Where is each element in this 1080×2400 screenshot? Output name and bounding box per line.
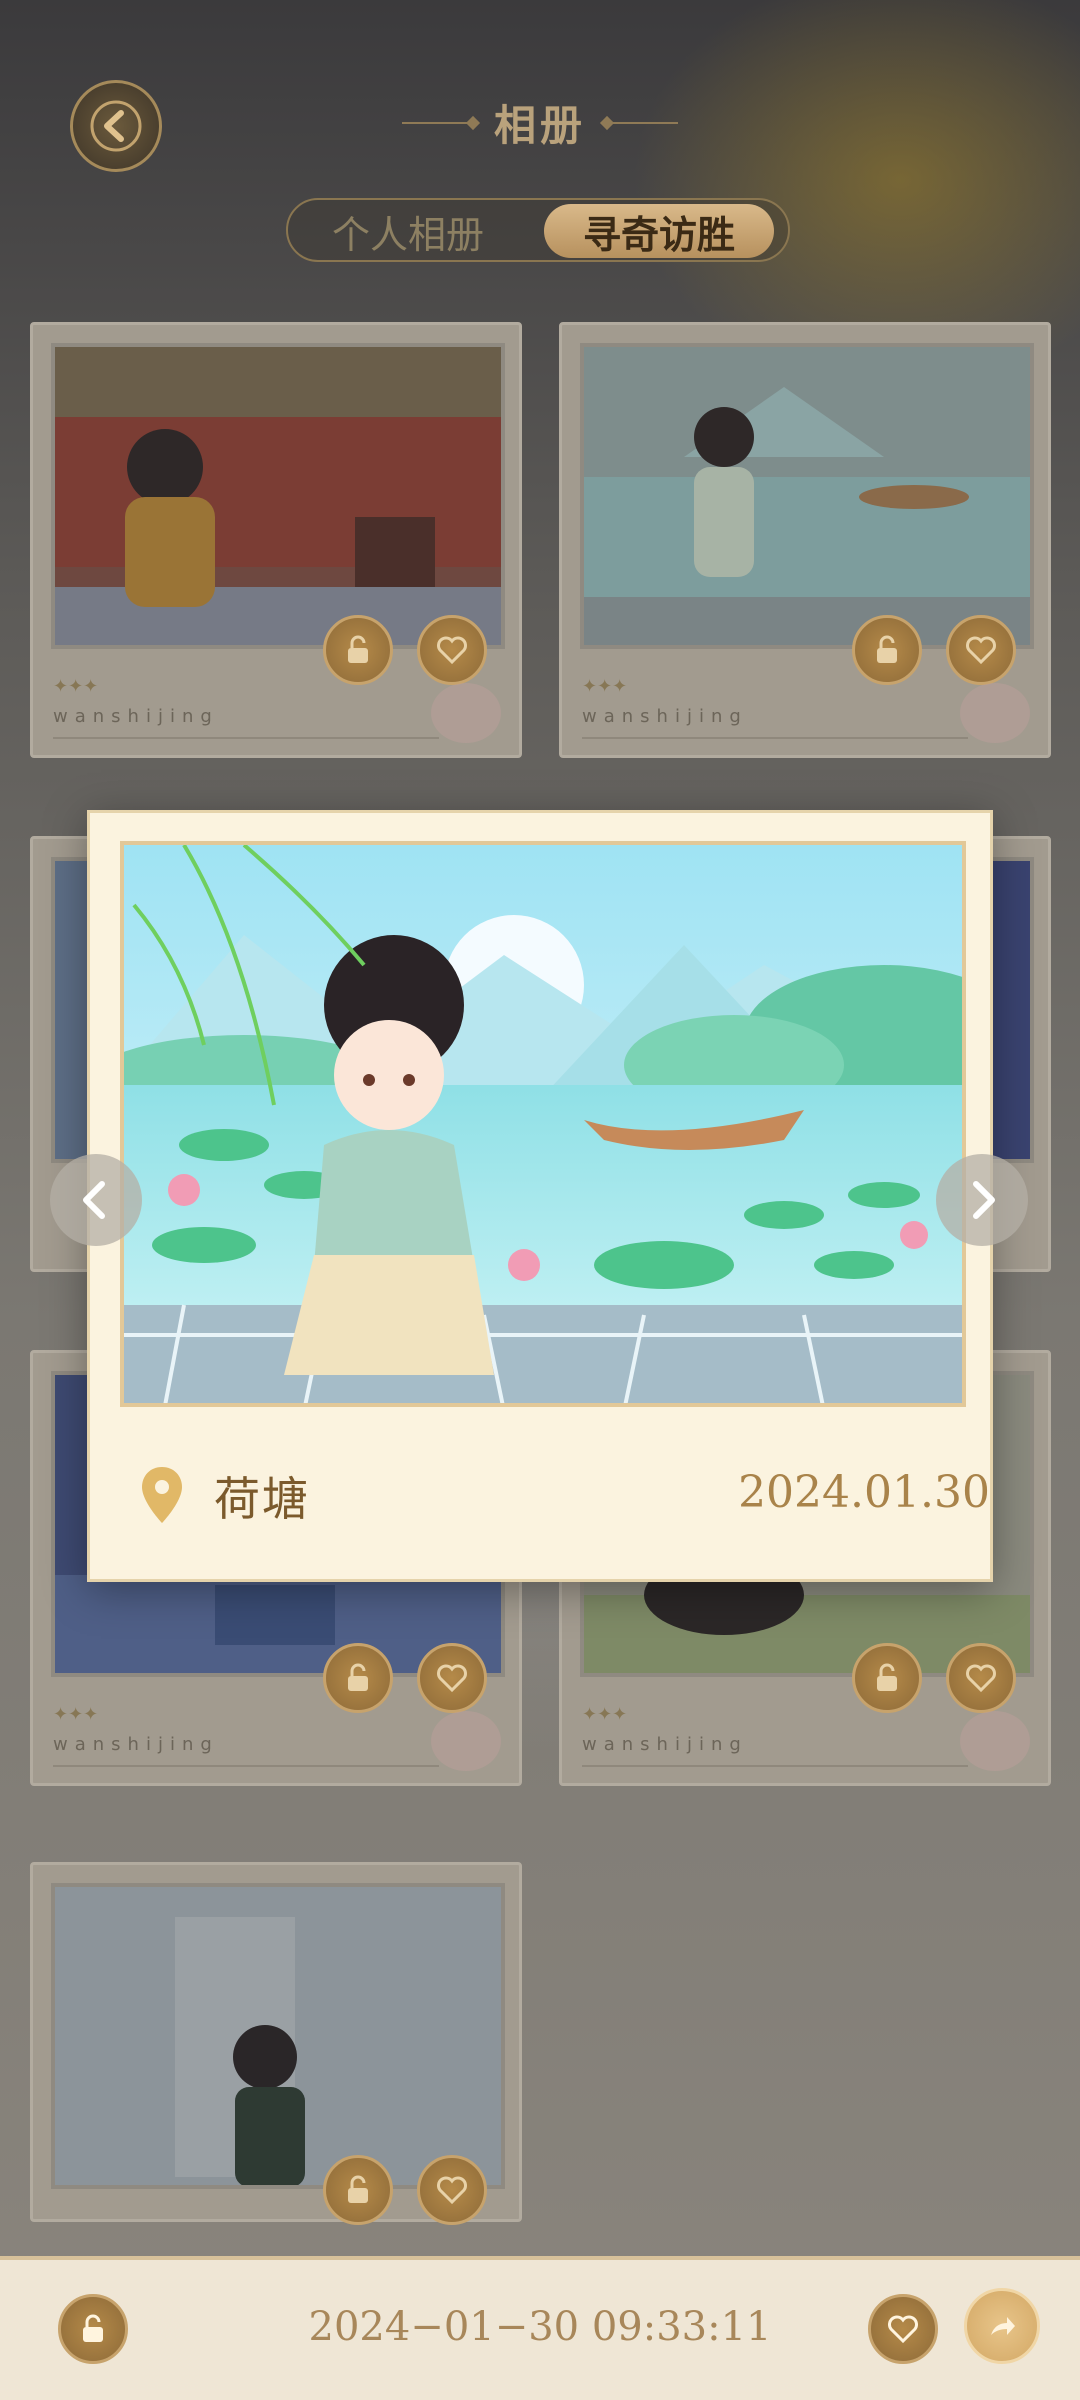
like-button[interactable] bbox=[417, 2155, 487, 2225]
paw-decoration bbox=[960, 1711, 1030, 1771]
share-button[interactable] bbox=[964, 2288, 1040, 2364]
chevron-left-icon bbox=[83, 1181, 105, 1219]
title-ornament-left bbox=[401, 121, 472, 124]
preview-photo bbox=[120, 841, 966, 1407]
location-label: 荷塘 bbox=[214, 1472, 310, 1526]
lock-button[interactable] bbox=[323, 1643, 393, 1713]
card-photo bbox=[580, 343, 1034, 649]
like-button[interactable] bbox=[417, 1643, 487, 1713]
paw-decoration bbox=[431, 1711, 501, 1771]
card-watermark: wanshijing bbox=[53, 706, 219, 727]
title-ornament-right bbox=[608, 121, 678, 124]
location-pin-icon bbox=[142, 1467, 182, 1523]
photo-card[interactable] bbox=[30, 1862, 522, 2225]
lock-icon bbox=[877, 1663, 897, 1691]
tab-personal-album[interactable]: 个人相册 bbox=[298, 204, 518, 258]
like-button[interactable] bbox=[417, 615, 487, 685]
card-stars: ✦✦✦ bbox=[53, 1704, 99, 1725]
card-divider bbox=[53, 1765, 439, 1767]
heart-icon bbox=[966, 636, 996, 665]
card-watermark: wanshijing bbox=[582, 1734, 748, 1755]
photo-card[interactable]: ✦✦✦ wanshijing bbox=[30, 322, 522, 758]
chevron-right-icon bbox=[973, 1181, 995, 1219]
lock-button[interactable] bbox=[852, 615, 922, 685]
card-divider bbox=[582, 1765, 968, 1767]
lock-icon bbox=[877, 635, 897, 663]
lock-icon bbox=[348, 635, 368, 663]
card-divider bbox=[582, 737, 968, 739]
photo-card[interactable]: ✦✦✦ wanshijing bbox=[559, 322, 1051, 758]
photo-preview-dialog: 荷塘 2024.01.30 bbox=[87, 810, 993, 1582]
heart-icon bbox=[437, 1664, 467, 1693]
like-button[interactable] bbox=[946, 615, 1016, 685]
paw-decoration bbox=[960, 683, 1030, 743]
card-stars: ✦✦✦ bbox=[582, 1704, 628, 1725]
tab-sightseeing[interactable]: 寻奇访胜 bbox=[544, 204, 774, 258]
heart-icon bbox=[966, 1664, 996, 1693]
share-icon bbox=[991, 2317, 1015, 2335]
lock-button[interactable] bbox=[852, 1643, 922, 1713]
album-tabs: 个人相册 寻奇访胜 bbox=[286, 198, 790, 262]
photo-date: 2024.01.30 bbox=[738, 1467, 990, 1518]
lock-icon bbox=[348, 2175, 368, 2203]
card-stars: ✦✦✦ bbox=[582, 676, 628, 697]
heart-icon bbox=[888, 2315, 918, 2344]
title-bar: 相册 bbox=[0, 92, 1080, 153]
heart-icon bbox=[437, 636, 467, 665]
paw-decoration bbox=[431, 683, 501, 743]
like-button[interactable] bbox=[946, 1643, 1016, 1713]
card-photo bbox=[51, 343, 505, 649]
page-title: 相册 bbox=[493, 101, 586, 150]
lock-button[interactable] bbox=[323, 615, 393, 685]
next-photo-button[interactable] bbox=[936, 1154, 1028, 1246]
like-button[interactable] bbox=[868, 2294, 938, 2364]
previous-photo-button[interactable] bbox=[50, 1154, 142, 1246]
lock-icon bbox=[348, 1663, 368, 1691]
bottom-action-bar: 2024−01−30 09:33:11 bbox=[0, 2256, 1080, 2400]
card-stars: ✦✦✦ bbox=[53, 676, 99, 697]
card-divider bbox=[53, 737, 439, 739]
lock-button[interactable] bbox=[323, 2155, 393, 2225]
card-watermark: wanshijing bbox=[53, 1734, 219, 1755]
heart-icon bbox=[437, 2176, 467, 2205]
card-watermark: wanshijing bbox=[582, 706, 748, 727]
card-photo bbox=[51, 1883, 505, 2189]
